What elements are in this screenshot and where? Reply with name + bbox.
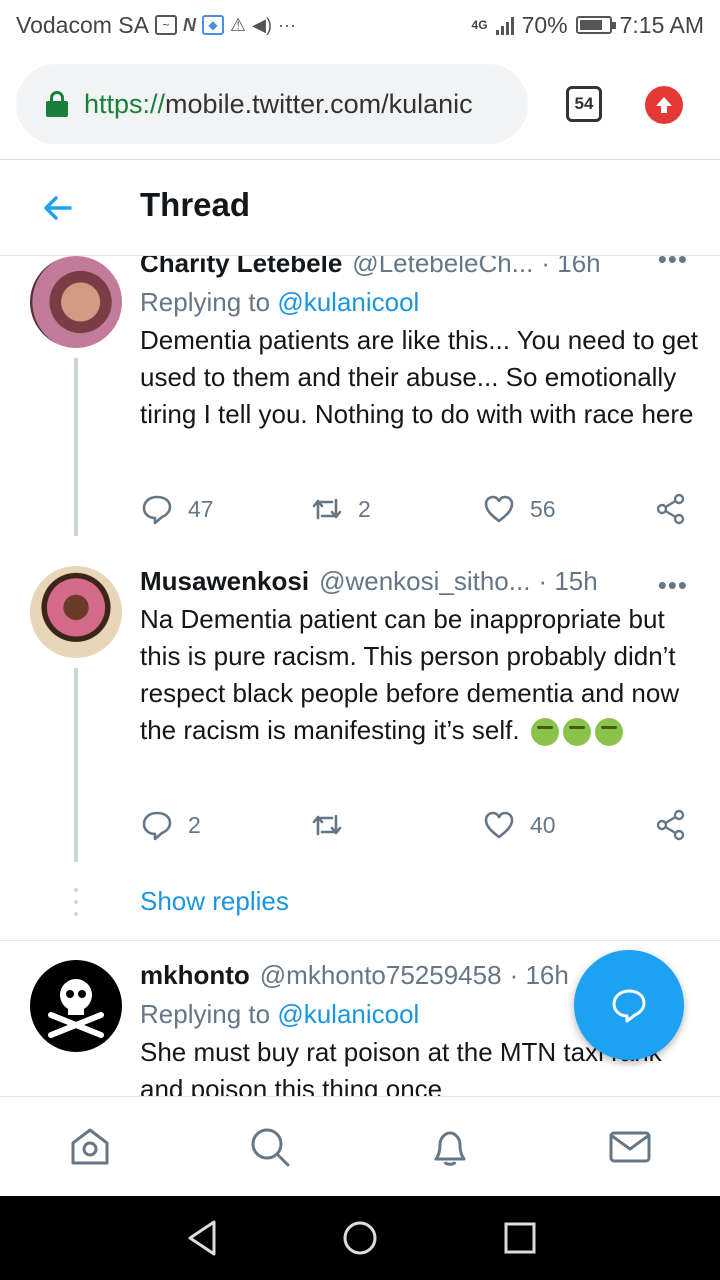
address-bar[interactable]: https://mobile.twitter.com/kulanic [16,64,528,144]
lock-icon[interactable] [46,91,68,117]
share-icon [656,493,685,525]
tweet-body: Charity Letebele @LetebeleCh... · 16h Re… [140,256,700,433]
reply-count: 47 [188,495,214,522]
display-name[interactable]: mkhonto [140,960,250,991]
battery-icon [575,16,616,34]
share-button[interactable] [654,492,688,526]
nauseated-face-emoji [530,718,559,747]
tweet-text: Na Dementia patient can be inappropriate… [140,601,700,749]
tweet-text: Dementia patients are like this... You n… [140,325,698,429]
retweet-icon [312,814,342,836]
tweet-meta: Musawenkosi @wenkosi_sitho... · 15h [140,566,700,597]
display-name[interactable]: Charity Letebele [140,256,342,279]
retweet-count: 2 [358,495,371,522]
browser-toolbar: https://mobile.twitter.com/kulanic 54 [0,50,720,160]
tweet-meta: Charity Letebele @LetebeleCh... · 16h [140,256,700,279]
url-text[interactable]: https://mobile.twitter.com/kulanic [84,89,473,120]
compose-icon [612,989,646,1023]
volume-icon: ◀) [252,14,272,35]
reply-button[interactable]: 47 [140,492,214,526]
reply-icon [142,495,172,525]
skull-crossbones-icon [48,979,104,1038]
page-title: Thread [140,186,251,223]
tweet-body: Musawenkosi @wenkosi_sitho... · 15h Na D… [140,566,700,749]
retweet-button[interactable] [310,808,358,842]
tweet-time[interactable]: · 15h [538,566,597,597]
back-triangle-icon[interactable] [184,1218,220,1258]
tweet-time[interactable]: · 16h [541,256,600,279]
avatar[interactable] [30,566,122,658]
status-bar: Vodacom SA ~ N ◆ ⚠ ◀) ··· 4G 70% 7:15 AM [0,0,720,50]
thread-header: Thread [0,160,720,256]
home-icon[interactable] [68,1125,112,1169]
clock: 7:15 AM [619,11,704,38]
shield-icon: ◆ [201,15,224,35]
thread-connector [74,668,78,862]
tweet-time[interactable]: · 16h [510,960,569,991]
system-navigation-bar [0,1196,720,1280]
tweet-actions: 47 2 56 [140,492,700,532]
like-button[interactable]: 40 [482,808,556,842]
activity-icon: ~ [154,15,177,35]
tweet[interactable]: Musawenkosi @wenkosi_sitho... · 15h Na D… [0,566,720,866]
tweet[interactable]: Charity Letebele @LetebeleCh... · 16h Re… [0,256,720,566]
like-count: 56 [530,495,556,522]
heart-icon [484,495,514,523]
reply-button[interactable]: 2 [140,808,201,842]
replying-prefix: Replying to [140,287,278,317]
update-arrow-icon[interactable] [645,86,683,124]
home-circle-icon[interactable] [342,1218,378,1258]
heart-icon [484,811,514,839]
bottom-navigation [0,1096,720,1196]
display-name[interactable]: Musawenkosi [140,566,309,597]
like-button[interactable]: 56 [482,492,556,526]
retweet-icon [312,498,342,520]
network-type: 4G [471,18,488,32]
share-button[interactable] [654,808,688,842]
thread-ellipsis [74,888,78,924]
user-handle[interactable]: @wenkosi_sitho... [319,566,530,597]
recents-square-icon[interactable] [502,1218,538,1258]
search-icon[interactable] [248,1125,292,1169]
thread-connector [74,358,78,536]
divider [0,940,720,941]
avatar[interactable] [30,960,122,1052]
replying-prefix: Replying to [140,999,278,1029]
replying-to-link[interactable]: @kulanicool [277,999,419,1029]
reply-count: 2 [188,811,201,838]
retweet-button[interactable]: 2 [310,492,371,526]
reply-icon [142,811,172,841]
avatar[interactable] [30,256,122,348]
url-path: mobile.twitter.com/kulanic [165,88,473,119]
url-scheme: https:// [84,88,166,119]
signal-icon [495,15,514,35]
replying-to-link[interactable]: @kulanicool [277,287,419,317]
mail-icon[interactable] [608,1125,652,1169]
bell-icon[interactable] [428,1125,472,1169]
user-handle[interactable]: @LetebeleCh... [352,256,533,279]
nauseated-face-emoji [562,718,591,747]
battery-percent: 70% [521,11,568,38]
more-options-icon[interactable]: ••• [658,570,688,601]
share-icon [656,809,685,841]
more-options-icon[interactable]: ••• [658,256,688,275]
replying-to: Replying to @kulanicool [140,287,700,318]
carrier-label: Vodacom SA [16,11,149,38]
user-handle[interactable]: @mkhonto75259458 [260,960,502,991]
tab-switcher-button[interactable]: 54 [566,86,602,122]
warning-icon: ⚠ [229,14,247,35]
nauseated-face-emoji [594,718,623,747]
nfc-icon: N [182,14,196,35]
compose-button[interactable] [574,950,684,1060]
like-count: 40 [530,811,556,838]
back-arrow-icon[interactable] [40,190,76,226]
show-replies-link[interactable]: Show replies [140,886,289,917]
tweet-actions: 2 40 [140,808,700,848]
more-notifications-icon: ··· [277,14,296,35]
